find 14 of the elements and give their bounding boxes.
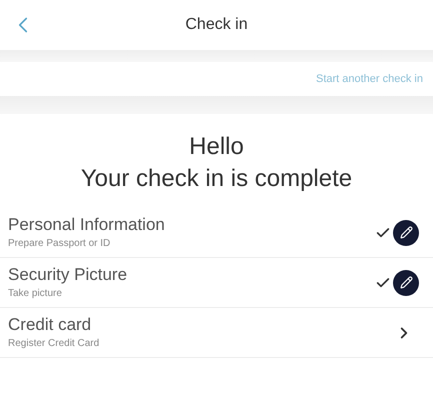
page-title: Check in: [185, 15, 248, 35]
step-row[interactable]: Security Picture Take picture: [0, 258, 433, 308]
step-title: Security Picture: [8, 264, 128, 286]
step-title: Credit card: [8, 314, 92, 336]
edit-icon[interactable]: [393, 270, 419, 296]
edit-icon[interactable]: [393, 220, 419, 246]
step-subtitle: Take picture: [8, 287, 63, 301]
step-subtitle: Register Credit Card: [8, 337, 100, 351]
step-title: Personal Information: [8, 214, 166, 236]
step-row[interactable]: Credit card Register Credit Card: [0, 308, 433, 358]
greeting: Hello: [189, 132, 244, 162]
step-subtitle: Prepare Passport or ID: [8, 237, 112, 251]
completion-message: Your check in is complete: [80, 164, 352, 194]
step-row[interactable]: Personal Information Prepare Passport or ID: [0, 208, 433, 258]
